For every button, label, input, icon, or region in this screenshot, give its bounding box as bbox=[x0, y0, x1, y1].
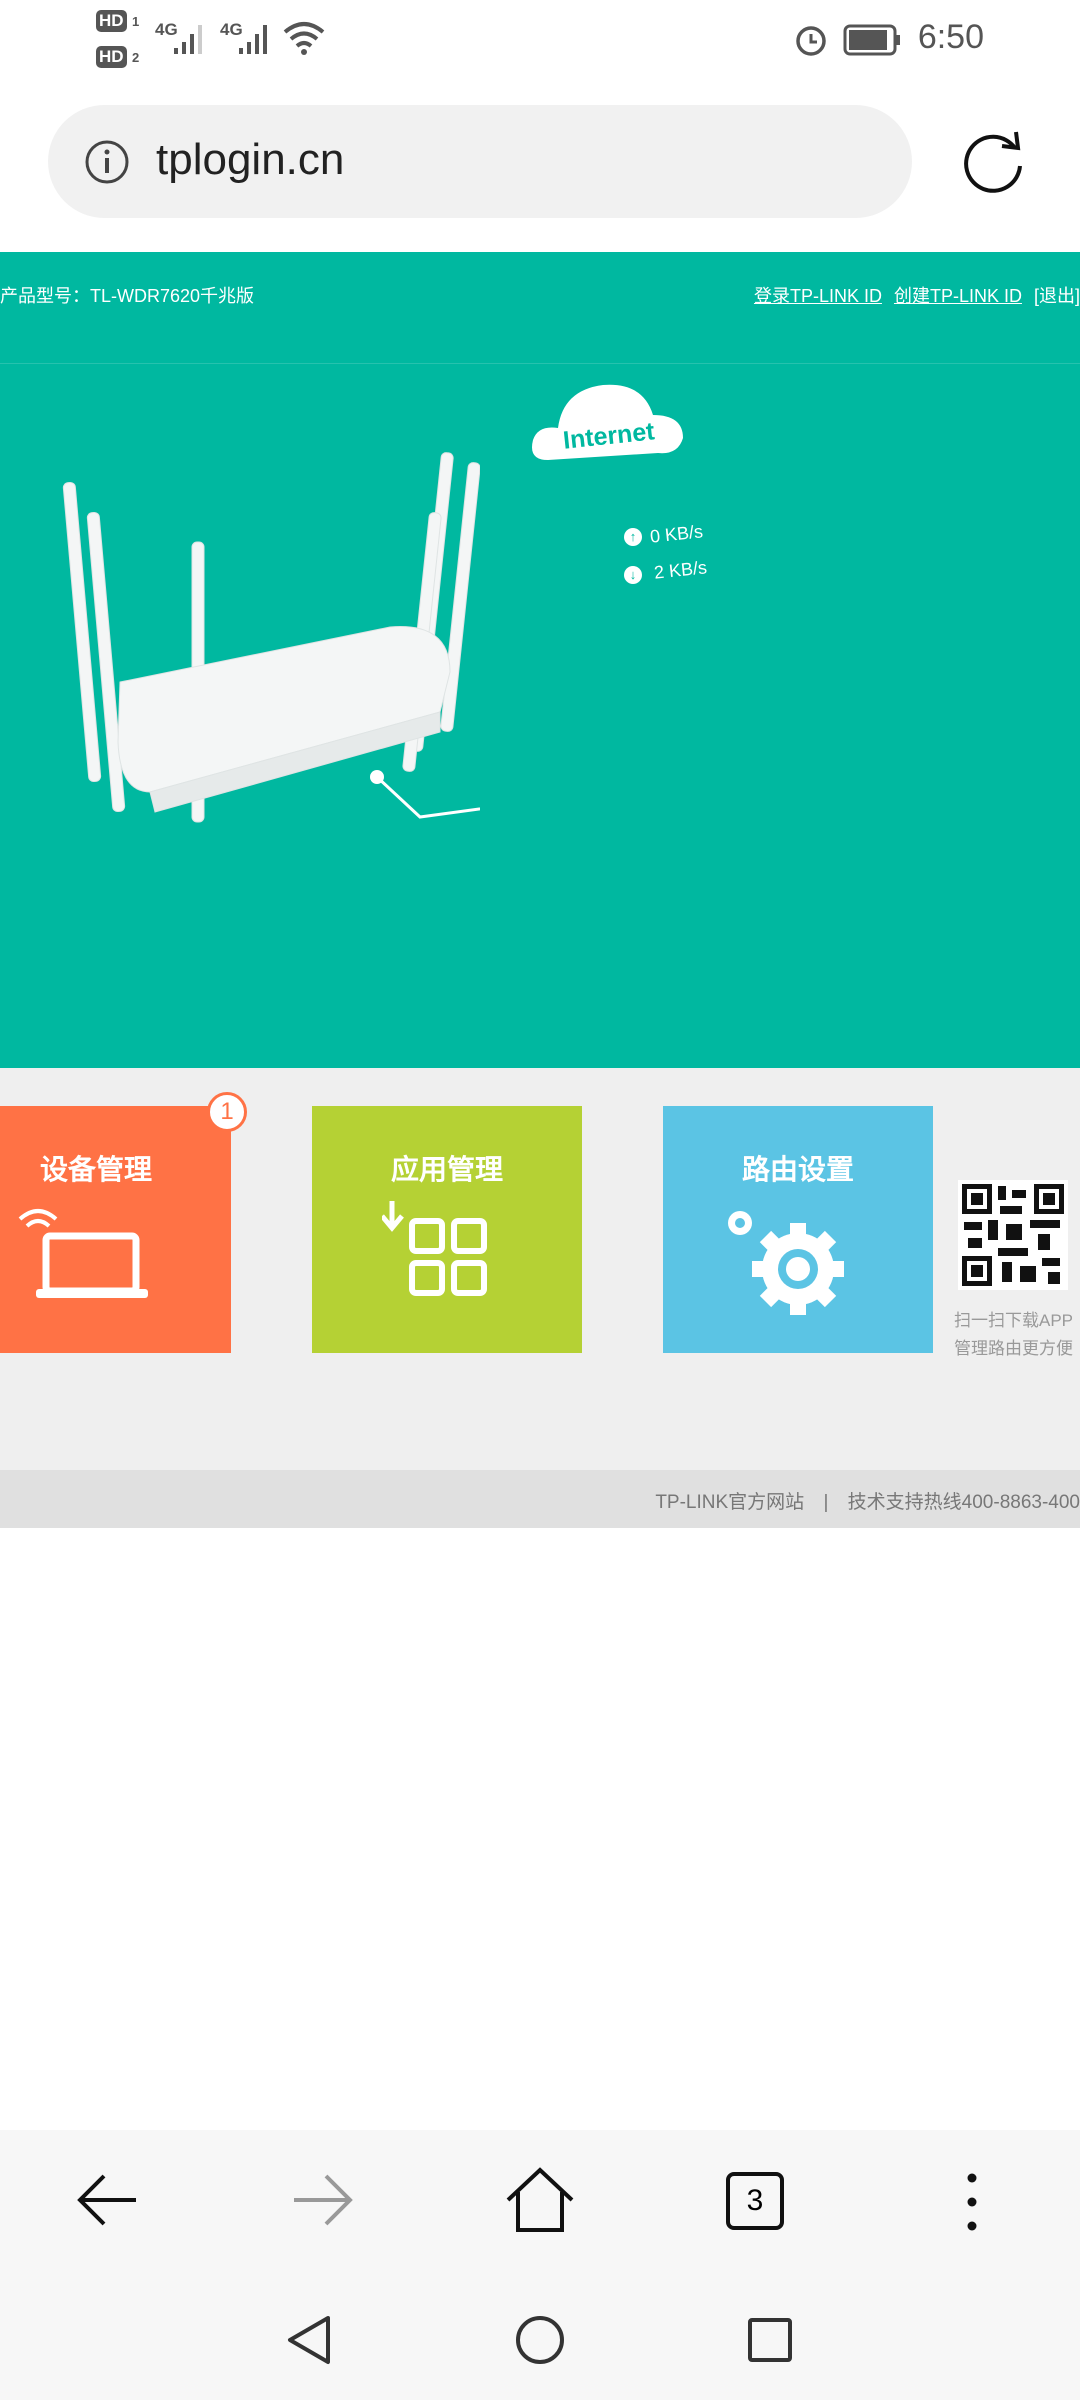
qr-caption-2: 管理路由更方便 bbox=[954, 1339, 1073, 1358]
product-model: 产品型号：TL-WDR7620千兆版 bbox=[0, 286, 255, 306]
tabs-button[interactable]: 3 bbox=[726, 2172, 784, 2230]
forward-icon[interactable] bbox=[290, 2170, 356, 2230]
tile-router-settings[interactable]: 路由设置 bbox=[663, 1106, 933, 1353]
support-hotline: 技术支持热线400-8863-400 bbox=[847, 1492, 1080, 1513]
create-tplink-id-link[interactable]: 创建TP-LINK ID bbox=[894, 286, 1022, 306]
tile-label: 路由设置 bbox=[741, 1154, 854, 1185]
signal-icon bbox=[239, 25, 267, 54]
browser-toolbar: 3 bbox=[0, 2130, 1080, 2270]
upload-speed: 0 KB/s bbox=[649, 521, 704, 547]
apps-icon bbox=[382, 1201, 487, 1296]
gear-icon bbox=[728, 1211, 844, 1315]
cloud-icon bbox=[532, 384, 683, 460]
tile-label: 设备管理 bbox=[39, 1154, 152, 1185]
info-icon[interactable] bbox=[84, 139, 130, 185]
router-image bbox=[62, 452, 480, 823]
sim2-number: 2 bbox=[132, 50, 140, 65]
nav-home-icon[interactable] bbox=[514, 2314, 566, 2366]
download-speed: 2 KB/s bbox=[653, 557, 708, 583]
login-tplink-id-link[interactable]: 登录TP-LINK ID bbox=[754, 286, 882, 306]
signal-icon bbox=[174, 25, 202, 54]
qr-caption-1: 扫一扫下载APP bbox=[954, 1311, 1074, 1330]
download-icon: ↓ bbox=[624, 566, 642, 584]
nav-back-icon[interactable] bbox=[284, 2314, 334, 2366]
tile-label: 应用管理 bbox=[390, 1154, 503, 1185]
tile-app-management[interactable]: 应用管理 bbox=[312, 1106, 582, 1353]
address-bar[interactable]: tplogin.cn bbox=[48, 105, 912, 218]
reload-icon[interactable] bbox=[960, 126, 1030, 196]
footer: TP-LINK官方网站 | 技术支持热线400-8863-400 bbox=[0, 1470, 1080, 1528]
system-nav-bar bbox=[0, 2270, 1080, 2400]
url-text[interactable]: tplogin.cn bbox=[156, 135, 344, 185]
qr-code bbox=[958, 1180, 1068, 1290]
logout-link[interactable]: [退出] bbox=[1034, 286, 1080, 306]
laptop-wifi-icon bbox=[18, 1209, 148, 1298]
tab-count: 3 bbox=[746, 2184, 764, 2217]
status-bar: HD 1 HD 2 4G 4G 6:50 bbox=[0, 0, 1080, 80]
sim1-number: 1 bbox=[132, 14, 140, 29]
notification-badge: 1 bbox=[207, 1092, 247, 1132]
tile-device-management[interactable]: 设备管理 bbox=[0, 1106, 231, 1353]
upload-icon: ↑ bbox=[624, 528, 642, 546]
router-status-panel: 产品型号：TL-WDR7620千兆版 登录TP-LINK ID 创建TP-LINK… bbox=[0, 252, 1080, 1068]
wifi-icon bbox=[283, 22, 325, 55]
divider bbox=[0, 363, 1080, 364]
nav-recents-icon[interactable] bbox=[746, 2316, 794, 2364]
clock: 6:50 bbox=[917, 18, 984, 56]
back-icon[interactable] bbox=[74, 2170, 140, 2230]
sim1-badge: HD bbox=[96, 10, 127, 32]
sim2-badge: HD bbox=[96, 46, 127, 68]
function-panel: 设备管理 1 应用管理 路由设置 扫一扫下载APP 管理路由更方便 bbox=[0, 1068, 1080, 1470]
battery-icon bbox=[843, 24, 900, 56]
more-menu-icon[interactable] bbox=[960, 2170, 984, 2234]
footer-separator: | bbox=[823, 1492, 829, 1513]
alarm-icon bbox=[796, 26, 826, 56]
home-icon[interactable] bbox=[504, 2166, 576, 2234]
official-site-link[interactable]: TP-LINK官方网站 bbox=[655, 1492, 804, 1513]
